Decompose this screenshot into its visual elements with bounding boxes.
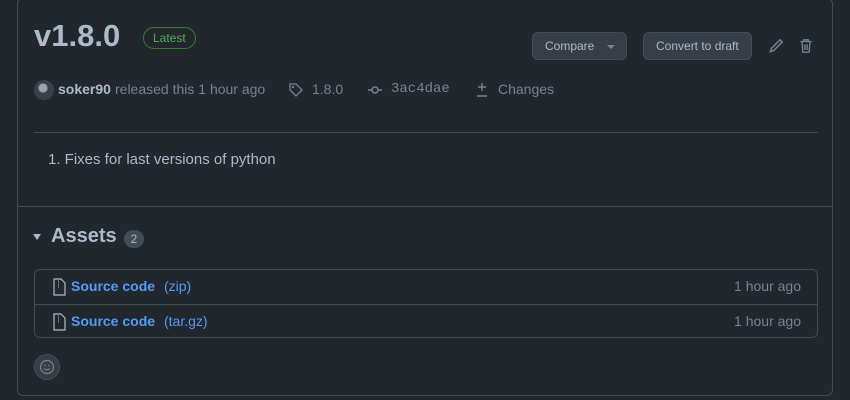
changes-link[interactable]: Changes: [498, 80, 554, 98]
tag-icon: [289, 83, 303, 97]
compare-button[interactable]: Compare: [532, 32, 627, 60]
asset-ext-link[interactable]: (tar.gz): [164, 313, 208, 329]
tag-link[interactable]: 1.8.0: [312, 80, 343, 98]
git-commit-icon: [368, 86, 382, 94]
latest-badge: Latest: [143, 27, 196, 49]
asset-time: 1 hour ago: [734, 313, 801, 329]
assets-count-badge: 2: [124, 230, 144, 248]
convert-to-draft-button[interactable]: Convert to draft: [643, 32, 752, 60]
asset-row: Source code (zip) 1 hour ago: [35, 270, 817, 304]
chevron-down-icon: [607, 45, 615, 49]
commit-link[interactable]: 3ac4dae: [391, 80, 450, 98]
assets-heading[interactable]: Assets: [51, 225, 117, 248]
divider: [34, 132, 818, 133]
file-zip-icon: [53, 278, 66, 296]
assets-list: Source code (zip) 1 hour ago Source code…: [34, 269, 818, 338]
author-link[interactable]: soker90: [58, 80, 111, 98]
add-reaction-button[interactable]: [34, 354, 60, 380]
asset-ext-link[interactable]: (zip): [164, 278, 191, 294]
file-zip-icon: [53, 313, 66, 331]
compare-label: Compare: [545, 39, 595, 53]
avatar[interactable]: [34, 80, 54, 100]
divider: [18, 206, 833, 207]
trash-icon[interactable]: [797, 37, 815, 55]
release-note-item: 1. Fixes for last versions of python: [48, 151, 276, 168]
caret-down-icon[interactable]: [33, 234, 41, 240]
release-title[interactable]: v1.8.0: [34, 18, 120, 54]
asset-name-link[interactable]: Source code: [71, 278, 155, 294]
asset-row: Source code (tar.gz) 1 hour ago: [35, 304, 817, 339]
asset-name-link[interactable]: Source code: [71, 313, 155, 329]
asset-time: 1 hour ago: [734, 278, 801, 294]
pencil-icon[interactable]: [767, 37, 785, 55]
smiley-icon: [39, 359, 55, 375]
diff-icon: [477, 83, 487, 97]
released-text: released this 1 hour ago: [115, 81, 266, 97]
